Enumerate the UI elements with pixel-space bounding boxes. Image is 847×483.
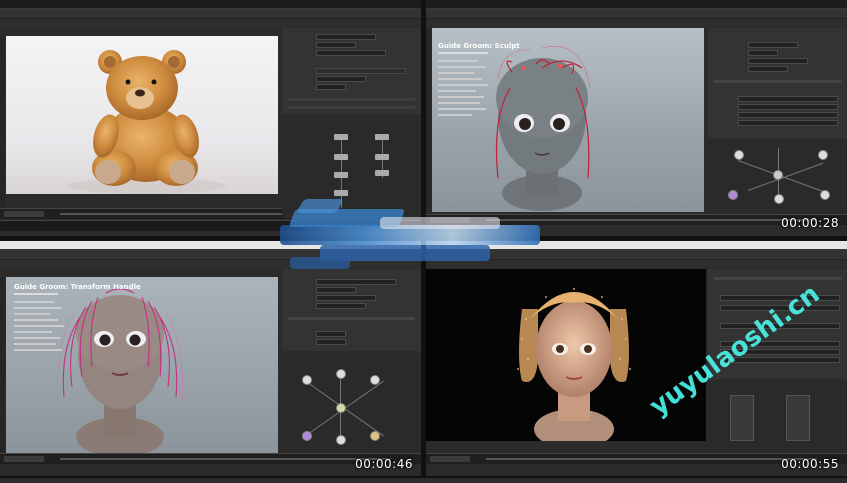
shelf-tabs[interactable] (0, 19, 421, 27)
bottom-strip (0, 478, 847, 483)
timestamp: 00:00:28 (781, 216, 839, 230)
parameter-panel[interactable] (282, 269, 421, 351)
teddy-bear-render (66, 50, 226, 194)
node-icon[interactable] (728, 190, 738, 200)
node-network[interactable] (708, 381, 847, 451)
parameter-panel[interactable] (282, 28, 421, 114)
clip-bottom-left: Guide Groom: Transform Handle 00:00:46 (0, 241, 421, 476)
play-icon[interactable] (4, 456, 44, 462)
viewport-title: Guide Groom: Sculpt (438, 42, 520, 50)
tool-strip[interactable] (0, 36, 5, 208)
timestamp: 00:00:46 (355, 457, 413, 471)
render-viewport[interactable] (6, 36, 278, 194)
node-icon[interactable] (302, 375, 312, 385)
node-icon[interactable] (375, 170, 389, 176)
node-icon[interactable] (375, 134, 389, 140)
node-icon[interactable] (334, 154, 348, 160)
parameter-panel[interactable] (708, 28, 847, 138)
play-icon[interactable] (430, 456, 470, 462)
node-icon[interactable] (820, 190, 830, 200)
node-icon[interactable] (336, 369, 346, 379)
brush-transition (280, 195, 560, 275)
viewport-title: Guide Groom: Transform Handle (14, 283, 141, 291)
tool-options-list (14, 293, 66, 363)
node-icon[interactable] (334, 134, 348, 140)
tool-strip[interactable] (0, 277, 5, 453)
menu-bar[interactable] (426, 0, 847, 9)
node-icon[interactable] (336, 435, 346, 445)
node-network[interactable] (282, 359, 421, 453)
toolbar[interactable] (426, 9, 847, 19)
toolbar[interactable] (0, 9, 421, 19)
menu-bar[interactable] (0, 0, 421, 9)
play-icon[interactable] (4, 211, 44, 217)
sculpt-viewport[interactable]: Guide Groom: Sculpt (432, 28, 704, 212)
node-icon[interactable] (334, 172, 348, 178)
node-icon[interactable] (734, 150, 744, 160)
node-icon[interactable] (370, 375, 380, 385)
shelf-tabs[interactable] (426, 19, 847, 27)
node-network[interactable] (708, 140, 847, 212)
node-icon[interactable] (773, 170, 783, 180)
node-icon[interactable] (370, 431, 380, 441)
node-icon[interactable] (818, 150, 828, 160)
node-icon[interactable] (375, 154, 389, 160)
node-icon[interactable] (774, 194, 784, 204)
clip-bottom-right: 00:00:55 (426, 241, 847, 476)
node-icon[interactable] (336, 403, 346, 413)
timestamp: 00:00:55 (781, 457, 839, 471)
node-icon[interactable] (302, 431, 312, 441)
tool-strip[interactable] (426, 28, 431, 208)
tool-options-list (438, 52, 494, 132)
groom-viewport[interactable]: Guide Groom: Transform Handle (6, 277, 278, 453)
